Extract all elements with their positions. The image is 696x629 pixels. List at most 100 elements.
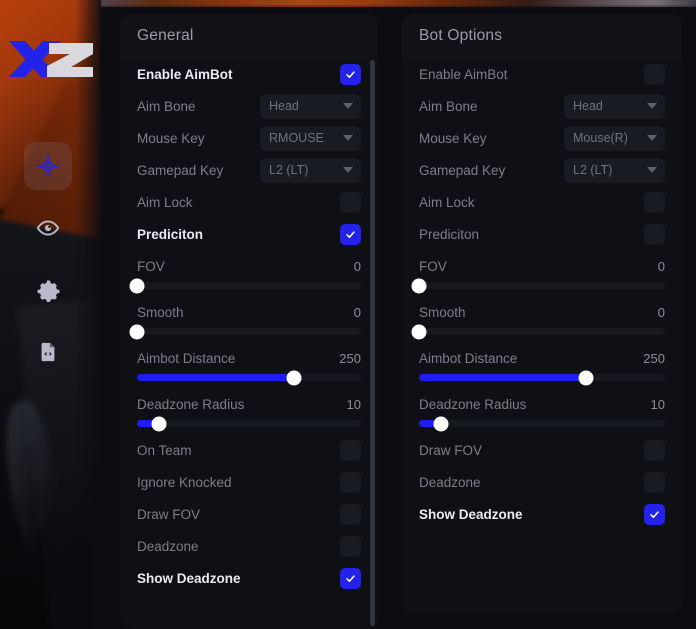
option-row[interactable]: Prediciton — [137, 218, 361, 250]
slider-value: 10 — [650, 396, 665, 412]
dropdown-select[interactable]: RMOUSE — [260, 125, 361, 151]
option-row[interactable]: Deadzone — [419, 466, 665, 498]
option-row[interactable]: Draw FOV — [419, 434, 665, 466]
checkbox-checked[interactable] — [340, 63, 361, 85]
option-row[interactable]: Show Deadzone — [137, 562, 361, 594]
option-row[interactable]: Prediciton — [419, 218, 665, 250]
dropdown-value: RMOUSE — [269, 131, 324, 145]
slider-value: 0 — [657, 258, 665, 274]
slider-knob[interactable] — [578, 370, 594, 385]
option-row: Aim Bone Head — [419, 90, 665, 122]
option-row[interactable]: Enable AimBot — [419, 58, 665, 90]
sidebar-item-scripts[interactable] — [24, 328, 72, 376]
dropdown-select[interactable]: Mouse(R) — [564, 125, 665, 151]
slider-group: FOV 0 — [129, 250, 361, 293]
checkbox-unchecked[interactable] — [644, 191, 665, 213]
option-row: Mouse Key Mouse(R) — [419, 122, 665, 154]
option-label: Ignore Knocked — [137, 474, 232, 490]
checkbox-unchecked[interactable] — [644, 63, 665, 85]
slider-fill — [419, 374, 587, 381]
general-scrollbar-thumb[interactable] — [370, 60, 375, 626]
checkbox-unchecked[interactable] — [644, 439, 665, 461]
option-label: Show Deadzone — [137, 570, 241, 586]
dropdown-value: Head — [269, 99, 299, 113]
dropdown-select[interactable]: L2 (LT) — [260, 157, 361, 183]
slider-value: 250 — [643, 350, 665, 366]
checkbox-unchecked[interactable] — [340, 191, 361, 213]
checkbox-unchecked[interactable] — [340, 535, 361, 557]
checkbox-checked[interactable] — [644, 503, 665, 525]
option-row[interactable]: Show Deadzone — [419, 498, 665, 530]
dropdown-select[interactable]: Head — [564, 93, 665, 119]
slider-track[interactable] — [129, 278, 361, 293]
option-label: Aim Lock — [419, 194, 475, 210]
slider-track[interactable] — [411, 324, 665, 339]
app-window: General Enable AimBot Aim Bone Head Mouse K… — [0, 0, 696, 629]
panel-bot-body: Enable AimBot Aim Bone Head Mouse Key Mouse(… — [402, 58, 682, 530]
option-row: Gamepad Key L2 (LT) — [137, 154, 361, 186]
option-row[interactable]: Aim Lock — [419, 186, 665, 218]
chevron-down-icon — [343, 167, 353, 173]
slider-track[interactable] — [419, 416, 665, 431]
option-label: Deadzone — [137, 538, 199, 554]
checkbox-unchecked[interactable] — [340, 471, 361, 493]
slider-track[interactable] — [419, 370, 665, 385]
dropdown-value: Head — [573, 99, 603, 113]
option-label: Enable AimBot — [419, 66, 508, 82]
panel-general-body: Enable AimBot Aim Bone Head Mouse Key RMOUSE… — [120, 58, 378, 594]
slider-knob[interactable] — [411, 278, 427, 293]
slider-track[interactable] — [129, 324, 361, 339]
slider-knob[interactable] — [286, 370, 302, 385]
option-label: Prediciton — [419, 226, 480, 242]
slider-header: Aimbot Distance 250 — [419, 347, 665, 369]
slider-knob[interactable] — [129, 324, 145, 339]
slider-group: Deadzone Radius 10 — [137, 388, 361, 431]
option-label: Mouse Key — [137, 130, 205, 146]
slider-knob[interactable] — [151, 416, 167, 431]
slider-track[interactable] — [137, 370, 361, 385]
slider-header: FOV 0 — [137, 255, 361, 277]
dropdown-select[interactable]: Head — [260, 93, 361, 119]
option-row: Mouse Key RMOUSE — [137, 122, 361, 154]
option-row[interactable]: Aim Lock — [137, 186, 361, 218]
option-row[interactable]: Draw FOV — [137, 498, 361, 530]
panel-bot-header: Bot Options — [402, 14, 682, 58]
option-row[interactable]: Ignore Knocked — [137, 466, 361, 498]
checkbox-unchecked[interactable] — [340, 439, 361, 461]
slider-knob[interactable] — [433, 416, 449, 431]
option-row: Gamepad Key L2 (LT) — [419, 154, 665, 186]
option-label: Deadzone — [419, 474, 481, 490]
slider-track[interactable] — [137, 416, 361, 431]
sidebar-item-aimbot[interactable] — [24, 142, 72, 190]
crosshair-icon — [36, 154, 60, 178]
option-row[interactable]: Deadzone — [137, 530, 361, 562]
dropdown-value: L2 (LT) — [573, 163, 613, 177]
slider-knob[interactable] — [129, 278, 145, 293]
dropdown-value: Mouse(R) — [573, 131, 628, 145]
chevron-down-icon — [647, 167, 657, 173]
slider-label: Deadzone Radius — [419, 396, 527, 412]
slider-group: Deadzone Radius 10 — [419, 388, 665, 431]
checkbox-checked[interactable] — [340, 223, 361, 245]
slider-label: Aimbot Distance — [137, 350, 236, 366]
sidebar-item-visuals[interactable] — [24, 204, 72, 252]
slider-fill — [137, 374, 294, 381]
slider-label: FOV — [419, 258, 447, 274]
checkbox-unchecked[interactable] — [644, 223, 665, 245]
option-row[interactable]: Enable AimBot — [137, 58, 361, 90]
sidebar — [0, 0, 101, 629]
slider-value: 0 — [657, 304, 665, 320]
option-row: Aim Bone Head — [137, 90, 361, 122]
slider-knob[interactable] — [411, 324, 427, 339]
checkbox-unchecked[interactable] — [644, 471, 665, 493]
checkbox-unchecked[interactable] — [340, 503, 361, 525]
checkbox-checked[interactable] — [340, 567, 361, 589]
option-label: Aim Bone — [137, 98, 196, 114]
sidebar-item-settings[interactable] — [24, 266, 72, 314]
dropdown-value: L2 (LT) — [269, 163, 309, 177]
slider-track[interactable] — [411, 278, 665, 293]
option-label: Gamepad Key — [137, 162, 224, 178]
option-label: On Team — [137, 442, 192, 458]
option-row[interactable]: On Team — [137, 434, 361, 466]
dropdown-select[interactable]: L2 (LT) — [564, 157, 665, 183]
